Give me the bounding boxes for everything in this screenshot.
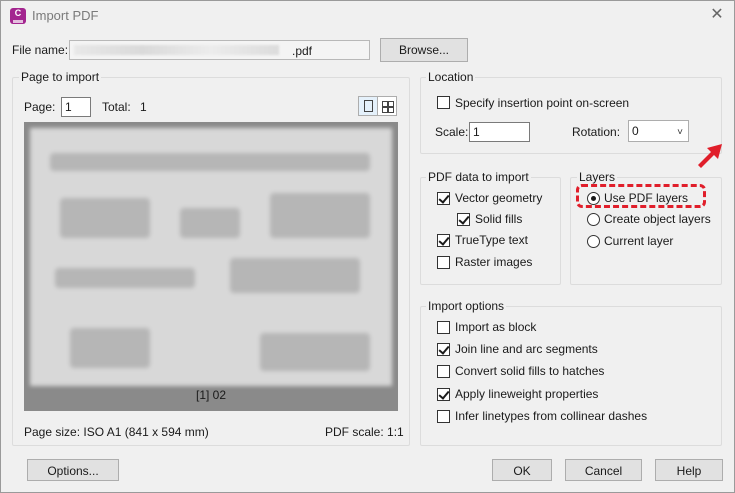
- solid-fills-checkbox[interactable]: [457, 213, 470, 226]
- scale-label: Scale:: [435, 125, 469, 139]
- rotation-label: Rotation:: [572, 125, 621, 139]
- rotation-select[interactable]: 0 ˅: [628, 120, 689, 142]
- highlight-annotation: [576, 184, 706, 208]
- solid-fills-label: Solid fills: [475, 212, 523, 226]
- infer-linetypes-checkbox[interactable]: [437, 410, 450, 423]
- page-to-import-legend: Page to import: [19, 70, 102, 84]
- import-options-legend: Import options: [426, 299, 507, 313]
- page-preview[interactable]: [1] 02: [24, 122, 398, 411]
- browse-button[interactable]: Browse...: [380, 38, 468, 62]
- current-layer-label: Current layer: [604, 234, 674, 248]
- file-name-extension: .pdf: [292, 44, 313, 58]
- apply-lineweight-label: Apply lineweight properties: [455, 387, 599, 401]
- vector-geometry-checkbox[interactable]: [437, 192, 450, 205]
- import-as-block-checkbox[interactable]: [437, 321, 450, 334]
- specify-insertion-checkbox[interactable]: [437, 96, 450, 109]
- cancel-button[interactable]: Cancel: [565, 459, 642, 481]
- truetype-text-label: TrueType text: [455, 233, 528, 247]
- import-pdf-dialog: C Import PDF ✕ File name: .pdf Browse...…: [0, 0, 735, 493]
- single-page-view-icon[interactable]: [359, 97, 378, 115]
- title-bar: C Import PDF ✕: [1, 1, 734, 31]
- chevron-down-icon: ˅: [677, 127, 683, 138]
- total-label: Total:: [102, 100, 131, 114]
- vector-geometry-label: Vector geometry: [455, 191, 543, 205]
- convert-fills-checkbox[interactable]: [437, 365, 450, 378]
- file-name-label: File name:: [12, 43, 69, 57]
- specify-insertion-label: Specify insertion point on-screen: [455, 96, 630, 110]
- scale-input[interactable]: 1: [469, 122, 530, 142]
- import-as-block-label: Import as block: [455, 320, 537, 334]
- page-size-text: Page size: ISO A1 (841 x 594 mm): [24, 425, 209, 439]
- view-toggle: [358, 96, 397, 116]
- truetype-text-checkbox[interactable]: [437, 234, 450, 247]
- preview-thumbnail: [30, 128, 392, 386]
- preview-caption: [1] 02: [195, 388, 227, 402]
- rotation-value: 0: [632, 124, 639, 138]
- options-button[interactable]: Options...: [27, 459, 119, 481]
- raster-images-label: Raster images: [455, 255, 533, 269]
- layers-legend: Layers: [577, 170, 618, 184]
- close-icon[interactable]: ✕: [708, 6, 726, 24]
- infer-linetypes-label: Infer linetypes from collinear dashes: [455, 409, 648, 423]
- help-button[interactable]: Help: [655, 459, 723, 481]
- create-object-layers-radio[interactable]: [587, 213, 600, 226]
- create-object-layers-label: Create object layers: [604, 212, 711, 226]
- page-label: Page:: [24, 100, 56, 114]
- blurred-filename: [74, 45, 279, 55]
- thumbnail-grid-icon[interactable]: [378, 97, 396, 115]
- red-arrow-icon: [698, 144, 722, 168]
- pdf-scale-text: PDF scale: 1:1: [325, 425, 404, 439]
- file-name-field[interactable]: .pdf: [69, 40, 370, 60]
- convert-fills-label: Convert solid fills to hatches: [455, 364, 605, 378]
- pdf-data-legend: PDF data to import: [426, 170, 531, 184]
- total-value: 1: [140, 100, 147, 114]
- raster-images-checkbox[interactable]: [437, 256, 450, 269]
- join-segments-label: Join line and arc segments: [455, 342, 598, 356]
- location-legend: Location: [426, 70, 476, 84]
- apply-lineweight-checkbox[interactable]: [437, 388, 450, 401]
- ok-button[interactable]: OK: [492, 459, 552, 481]
- current-layer-radio[interactable]: [587, 235, 600, 248]
- window-title: Import PDF: [32, 8, 99, 23]
- page-input[interactable]: 1: [61, 97, 91, 117]
- autocad-icon: C: [10, 8, 26, 24]
- join-segments-checkbox[interactable]: [437, 343, 450, 356]
